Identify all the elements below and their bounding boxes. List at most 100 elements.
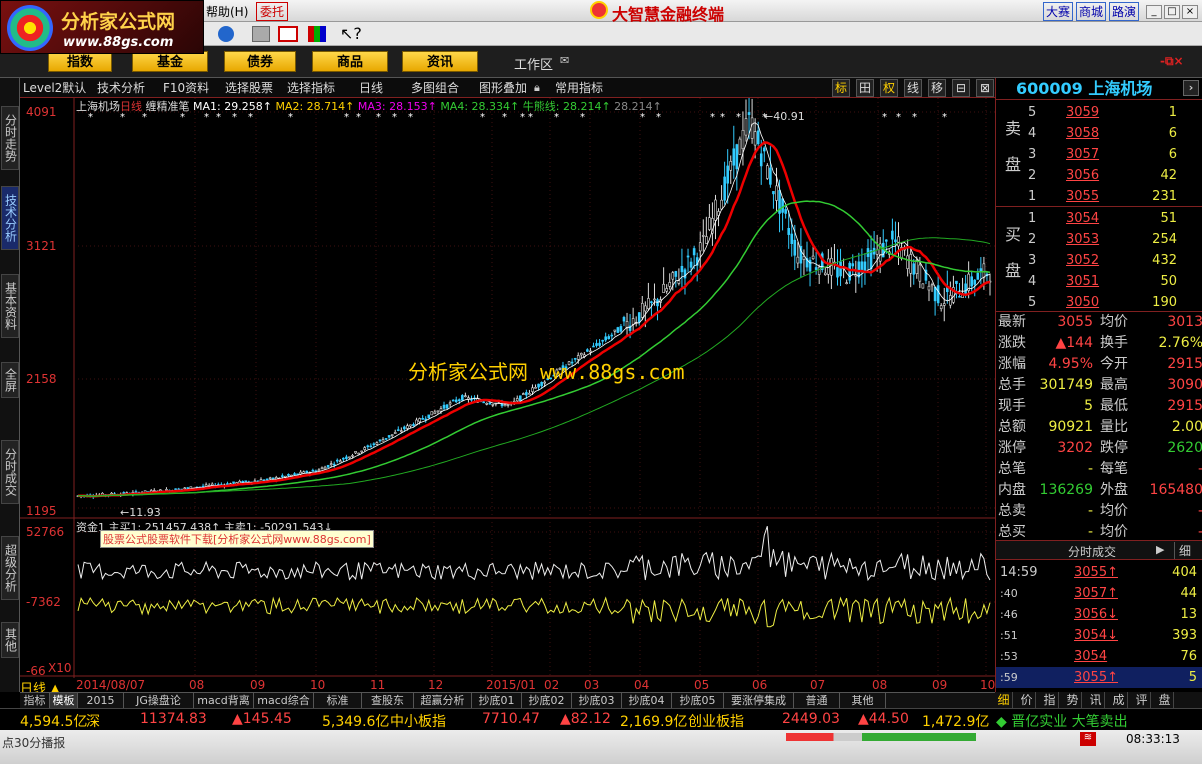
cy-amount-2: 1,472.9亿 bbox=[922, 714, 990, 730]
tab-technical[interactable]: 技术分析 bbox=[1, 186, 19, 250]
template-tab-0[interactable]: 指标 bbox=[20, 693, 50, 709]
template-tab-6[interactable]: 标准 bbox=[314, 693, 362, 709]
help-cursor-icon[interactable]: ↖? bbox=[340, 24, 362, 43]
toolbar-overlay[interactable]: 图形叠加 bbox=[476, 79, 530, 97]
mark-icon[interactable]: 标 bbox=[832, 79, 850, 97]
right-tab-3[interactable]: 势 bbox=[1064, 692, 1082, 708]
candle-body bbox=[860, 261, 864, 272]
alert-icon[interactable]: ≋ bbox=[1080, 732, 1096, 746]
toolbar-f10[interactable]: F10资料 bbox=[160, 79, 212, 97]
template-tab-4[interactable]: macd背离 bbox=[194, 693, 254, 709]
x-label-7: 02 bbox=[544, 678, 560, 692]
right-tab-7[interactable]: 盘 bbox=[1156, 692, 1174, 708]
template-tab-5[interactable]: macd综合 bbox=[254, 693, 314, 709]
template-tab-8[interactable]: 超赢分析 bbox=[414, 693, 472, 709]
menu-help[interactable]: 帮助(H) bbox=[206, 3, 248, 20]
candle-body bbox=[622, 317, 626, 322]
candle-body bbox=[165, 489, 168, 491]
globe-icon[interactable] bbox=[218, 26, 234, 42]
candle-body bbox=[616, 327, 620, 333]
cy-amount: 2,169.9亿 bbox=[620, 714, 688, 730]
toolbar-technical[interactable]: 技术分析 bbox=[94, 79, 148, 97]
template-tab-1[interactable]: 模板 bbox=[50, 693, 78, 709]
tick-row: :53 3054 76 bbox=[996, 646, 1202, 667]
nav-news[interactable]: 资讯 bbox=[402, 51, 478, 72]
news-ticker[interactable]: ◆ 晋亿实业 大笔卖出 bbox=[996, 711, 1128, 731]
toolbar-select-indicator[interactable]: 选择指标 bbox=[284, 79, 338, 97]
template-tab-3[interactable]: JG操盘论 bbox=[124, 693, 194, 709]
candle-body bbox=[845, 282, 848, 284]
stat-row: 涨跌 ▲144 换手 2.76% bbox=[996, 333, 1202, 354]
template-tab-10[interactable]: 抄底02 bbox=[522, 693, 572, 709]
toolbar-level2[interactable]: Level2默认 bbox=[20, 79, 89, 97]
lock-icon[interactable]: 🔒︎ bbox=[534, 81, 540, 95]
link-contest[interactable]: 大赛 bbox=[1043, 2, 1074, 21]
candle-body bbox=[723, 176, 726, 201]
template-tab-16[interactable]: 其他 bbox=[840, 693, 886, 709]
close-chart-icon[interactable]: ⊠ bbox=[976, 79, 994, 97]
x-label-9: 04 bbox=[634, 678, 650, 692]
window-layout-icon[interactable] bbox=[278, 26, 298, 42]
tab-fullscreen[interactable]: 全屏 bbox=[1, 362, 19, 398]
sub-banner[interactable]: 股票公式股票软件下载[分析家公式网www.88gs.com] bbox=[100, 530, 374, 548]
tab-intraday[interactable]: 分时走势 bbox=[1, 106, 19, 170]
stock-name: 上海机场 bbox=[1088, 79, 1153, 98]
toolbar-multi-chart[interactable]: 多图组合 bbox=[408, 79, 462, 97]
template-tab-15[interactable]: 普通 bbox=[794, 693, 840, 709]
play-icon[interactable]: ▶ bbox=[1156, 543, 1164, 556]
detail-button[interactable]: 细 bbox=[1174, 542, 1191, 559]
template-tab-13[interactable]: 抄底05 bbox=[672, 693, 724, 709]
minimize-chart-icon[interactable]: ⊟ bbox=[952, 79, 970, 97]
toolbar-daily[interactable]: 日线 bbox=[356, 79, 386, 97]
workspace-label[interactable]: 工作区 bbox=[514, 54, 553, 73]
right-tab-4[interactable]: 讯 bbox=[1087, 692, 1105, 708]
right-tab-1[interactable]: 价 bbox=[1018, 692, 1036, 708]
tab-other[interactable]: 其他 bbox=[1, 622, 19, 658]
grid-icon[interactable]: 田 bbox=[856, 79, 874, 97]
line-icon[interactable]: 线 bbox=[904, 79, 922, 97]
panel-controls[interactable]: -⧉× bbox=[1160, 54, 1184, 69]
bar-chart-icon[interactable] bbox=[308, 26, 326, 42]
link-roadshow[interactable]: 路演 bbox=[1109, 2, 1140, 21]
right-tab-0[interactable]: 细 bbox=[995, 692, 1013, 708]
link-mall[interactable]: 商城 bbox=[1076, 2, 1107, 21]
tab-super-analysis[interactable]: 超级分析 bbox=[1, 536, 19, 600]
toolbar-select-stock[interactable]: 选择股票 bbox=[222, 79, 276, 97]
template-tab-12[interactable]: 抄底04 bbox=[622, 693, 672, 709]
next-icon[interactable]: › bbox=[1183, 80, 1199, 96]
sz-label: 深 bbox=[86, 714, 100, 730]
right-tab-2[interactable]: 指 bbox=[1041, 692, 1059, 708]
move-icon[interactable]: 移 bbox=[928, 79, 946, 97]
template-tab-7[interactable]: 查股东 bbox=[362, 693, 414, 709]
candle-body bbox=[759, 153, 763, 167]
order-volume: 50 bbox=[1160, 274, 1177, 289]
candle-body bbox=[814, 267, 818, 270]
nav-bond[interactable]: 债券 bbox=[224, 51, 296, 72]
maximize-icon[interactable]: □ bbox=[1164, 5, 1180, 19]
price-tick-2: 3121 bbox=[26, 239, 57, 253]
close-icon[interactable]: × bbox=[1182, 5, 1198, 19]
rights-icon[interactable]: 权 bbox=[880, 79, 898, 97]
template-tab-9[interactable]: 抄底01 bbox=[472, 693, 522, 709]
tab-fundamentals[interactable]: 基本资料 bbox=[1, 274, 19, 338]
right-tab-6[interactable]: 评 bbox=[1133, 692, 1151, 708]
entrust-button[interactable]: 委托 bbox=[256, 2, 289, 21]
nav-commodity[interactable]: 商品 bbox=[312, 51, 388, 72]
candle-body bbox=[756, 130, 760, 145]
candle-body bbox=[421, 417, 424, 420]
template-tab-2[interactable]: 2015 bbox=[78, 693, 124, 709]
kline-chart[interactable]: * * * * * * * * * * * * * * * * * * * * * * * * * * * * * * 4091 3121… bbox=[20, 98, 996, 692]
template-tab-14[interactable]: 要涨停集成 bbox=[724, 693, 794, 709]
minimize-icon[interactable]: _ bbox=[1146, 5, 1162, 19]
period-indicator[interactable]: 日线 ▲ bbox=[20, 678, 76, 697]
toolbar-common-indicators[interactable]: 常用指标 bbox=[552, 79, 606, 97]
tab-ticks[interactable]: 分时成交 bbox=[1, 440, 19, 504]
nav-fund[interactable]: 基金 bbox=[132, 51, 208, 72]
status-broadcast[interactable]: 点30分播报 bbox=[2, 734, 65, 751]
nav-index[interactable]: 指数 bbox=[48, 51, 112, 72]
template-tab-11[interactable]: 抄底03 bbox=[572, 693, 622, 709]
mail-icon[interactable]: ✉ bbox=[560, 54, 569, 67]
tick-volume: 404 bbox=[1172, 565, 1197, 580]
right-tab-5[interactable]: 成 bbox=[1110, 692, 1128, 708]
print-icon[interactable] bbox=[252, 26, 270, 42]
